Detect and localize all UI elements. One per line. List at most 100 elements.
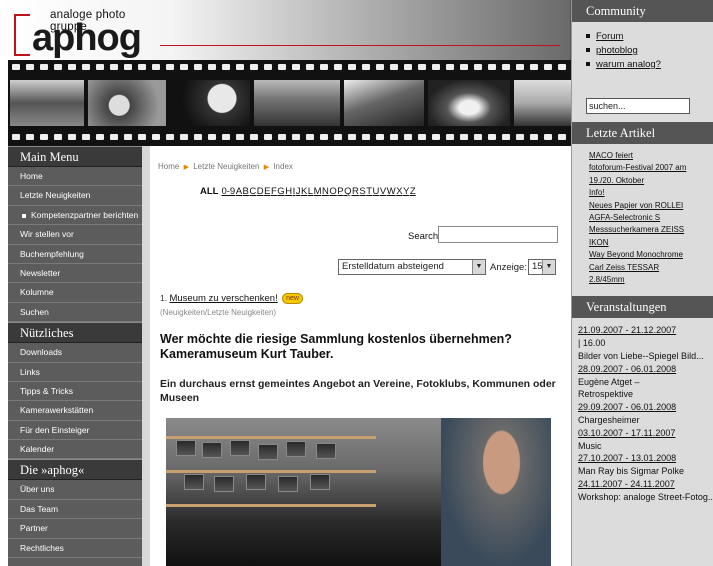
article-link[interactable]: Museum zu verschenken! [169,293,277,304]
nav-item-home[interactable]: Home [8,167,142,187]
letzte-artikel-link[interactable]: MACO feiert [589,150,713,162]
search-input[interactable] [438,226,558,243]
nav-item-buchempfehlung[interactable]: Buchempfehlung [8,245,142,264]
alphabet-letter-u[interactable]: U [373,186,380,197]
letzte-artikel-link[interactable]: Way Beyond Monochrome [589,249,713,261]
film-frames [10,80,574,126]
nav-item-kalender[interactable]: Kalender [8,440,142,460]
nav-item-das-team[interactable]: Das Team [8,500,142,520]
alphabet-letter-a[interactable]: A [236,186,242,197]
alphabet-letter-z[interactable]: Z [410,186,416,197]
header-divider [160,45,560,46]
community-item-label: Forum [596,31,624,42]
event-title: Music [578,440,602,451]
alphabet-letter-q[interactable]: Q [344,186,351,197]
event-date-link[interactable]: 27.10.2007 - 13.01.2008 [578,452,713,465]
film-perforation [26,64,34,70]
breadcrumb-home[interactable]: Home [158,162,179,171]
alphabet-letter-h[interactable]: H [285,186,292,197]
alphabet-letter-p[interactable]: P [337,186,343,197]
letzte-artikel-link[interactable]: Messsucherkamera ZEISS [589,224,713,236]
film-perforation [474,134,482,140]
display-count-value: 15 [532,261,543,272]
alphabet-letter-i[interactable]: I [293,186,296,197]
chevron-down-icon[interactable]: ▼ [472,260,485,274]
nav-item-letzte-neuigkeiten[interactable]: Letzte Neuigkeiten [8,186,142,206]
alphabet-letter-n[interactable]: N [322,186,329,197]
alphabet-letter-r[interactable]: R [352,186,359,197]
letzte-artikel-link[interactable]: 2.8/45mm [589,274,713,286]
alphabet-letter-all[interactable]: ALL [200,186,218,197]
event-date-link[interactable]: 21.09.2007 - 21.12.2007 [578,324,713,337]
alphabet-letter-t[interactable]: T [366,186,372,197]
nav-item-wir-stellen-vor[interactable]: Wir stellen vor [8,225,142,245]
nav-item-newsletter[interactable]: Newsletter [8,264,142,284]
breadcrumb-letzte-neuigkeiten[interactable]: Letzte Neuigkeiten [193,162,259,171]
event-date-link[interactable]: 03.10.2007 - 17.11.2007 [578,427,713,440]
community-item-forum[interactable]: Forum [586,30,713,44]
film-perforation [418,134,426,140]
film-perforation [278,64,286,70]
community-item-label: warum analog? [596,59,661,70]
film-perforation [96,134,104,140]
letzte-artikel-link[interactable]: 19./20. Oktober [589,175,713,187]
alphabet-letter-0-9[interactable]: 0-9 [221,186,235,197]
alphabet-letter-o[interactable]: O [329,186,336,197]
sidebar-search-input[interactable]: suchen... [586,98,690,114]
letzte-artikel-link[interactable]: IKON [589,237,713,249]
aphog-logo[interactable]: analoge photo gruppe aphog [14,6,164,60]
main-content: Home ▶ Letzte Neuigkeiten ▶ Index ALL 0-9… [142,146,571,566]
alphabet-letter-m[interactable]: M [314,186,322,197]
letzte-artikel-link[interactable]: Carl Zeiss TESSAR [589,262,713,274]
nav-item-fuer-den-einsteiger[interactable]: Für den Einsteiger [8,421,142,441]
film-perforation [292,134,300,140]
alphabet-letter-k[interactable]: K [301,186,307,197]
alphabet-letter-l[interactable]: L [308,186,313,197]
alphabet-letter-b[interactable]: B [243,186,249,197]
search-label: Search [408,231,439,242]
nav-item-ueber-uns[interactable]: Über uns [8,480,142,500]
letzte-artikel-link[interactable]: AGFA-Selectronic S [589,212,713,224]
alphabet-letter-c[interactable]: C [249,186,256,197]
event-date-link[interactable]: 24.11.2007 - 24.11.2007 [578,478,713,491]
camera [214,476,234,492]
alphabet-letter-e[interactable]: E [264,186,270,197]
sort-order-select[interactable]: Erstelldatum absteigend ▼ [338,259,486,275]
alphabet-letter-f[interactable]: F [271,186,277,197]
community-item-photoblog[interactable]: photoblog [586,44,713,58]
alphabet-letter-g[interactable]: G [277,186,284,197]
film-perforation [376,134,384,140]
display-count-select[interactable]: 15 ▼ [528,259,556,275]
alphabet-letter-y[interactable]: Y [403,186,409,197]
alphabet-letter-v[interactable]: V [380,186,386,197]
nav-item-tipps-tricks[interactable]: Tipps & Tricks [8,382,142,402]
film-frame [514,80,574,126]
community-heading: Community [572,0,713,22]
event-date-link[interactable]: 28.09.2007 - 06.01.2008 [578,363,713,376]
film-perforation [26,134,34,140]
letzte-artikel-link[interactable]: fotoforum-Festival 2007 am [589,162,713,174]
alphabet-letter-x[interactable]: X [396,186,402,197]
film-perforation [516,134,524,140]
nav-item-links[interactable]: Links [8,363,142,382]
nav-item-kompetenzpartner[interactable]: Kompetenzpartner berichten [8,206,142,226]
film-perforation [180,134,188,140]
nav-item-kamerawerkstaetten[interactable]: Kamerawerkstätten [8,401,142,421]
chevron-down-icon[interactable]: ▼ [542,260,555,274]
letzte-artikel-link[interactable]: Neues Papier von ROLLEI [589,200,713,212]
film-perforation [68,64,76,70]
nav-item-kolumne[interactable]: Kolumne [8,283,142,303]
alphabet-letter-s[interactable]: S [359,186,365,197]
community-item-warum-analog[interactable]: warum analog? [586,58,713,72]
alphabet-letter-d[interactable]: D [257,186,264,197]
film-perforation [82,134,90,140]
alphabet-letter-j[interactable]: J [296,186,301,197]
nav-item-suchen[interactable]: Suchen [8,303,142,323]
nav-item-partner[interactable]: Partner [8,519,142,539]
alphabet-letter-w[interactable]: W [387,186,396,197]
event-date-link[interactable]: 29.09.2007 - 06.01.2008 [578,401,713,414]
nav-item-downloads[interactable]: Downloads [8,343,142,363]
letzte-artikel-link[interactable]: Info! [589,187,713,199]
film-perforation [516,64,524,70]
nav-item-rechtliches[interactable]: Rechtliches [8,539,142,559]
